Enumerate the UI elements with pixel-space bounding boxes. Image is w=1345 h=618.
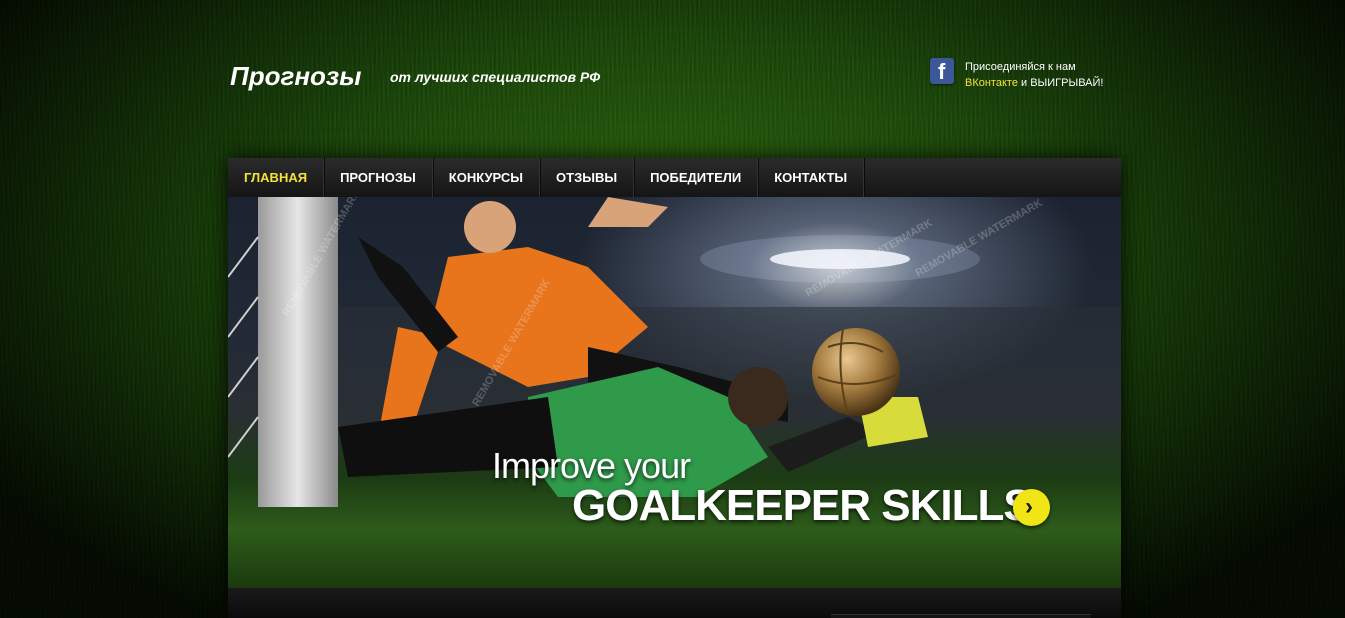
social-line-2: ВКонтакте и ВЫИГРЫВАЙ!	[965, 75, 1103, 91]
content-section-top	[228, 588, 1121, 618]
nav-item-contests[interactable]: КОНКУРСЫ	[433, 158, 541, 197]
site-header: Прогнозы от лучших специалистов РФ f При…	[230, 55, 1110, 105]
svg-text:REMOVABLE WATERMARK: REMOVABLE WATERMARK	[914, 197, 1045, 280]
facebook-icon-glyph: f	[938, 59, 946, 84]
site-subtitle: от лучших специалистов РФ	[390, 69, 601, 85]
nav-item-home[interactable]: ГЛАВНАЯ	[228, 158, 325, 197]
chevron-right-icon: ›	[1025, 493, 1033, 520]
nav-item-forecasts[interactable]: ПРОГНОЗЫ	[324, 158, 433, 197]
main-nav: ГЛАВНАЯ ПРОГНОЗЫ КОНКУРСЫ ОТЗЫВЫ ПОБЕДИТ…	[228, 158, 1121, 198]
nav-item-contacts[interactable]: КОНТАКТЫ	[758, 158, 865, 197]
site-title[interactable]: Прогнозы	[230, 61, 361, 92]
soccer-ball-icon	[812, 328, 900, 416]
hero-heading-line-2: GOALKEEPER SKILLS	[572, 481, 1033, 530]
facebook-icon[interactable]: f	[930, 58, 954, 84]
social-line-1: Присоединяйся к нам	[965, 61, 1076, 73]
nav-item-reviews[interactable]: ОТЗЫВЫ	[540, 158, 635, 197]
nav-item-winners[interactable]: ПОБЕДИТЕЛИ	[634, 158, 759, 197]
social-line-2-rest: и ВЫИГРЫВАЙ!	[1017, 77, 1104, 89]
nav-list: ГЛАВНАЯ ПРОГНОЗЫ КОНКУРСЫ ОТЗЫВЫ ПОБЕДИТ…	[228, 158, 1121, 197]
hero-banner[interactable]: REMOVABLE WATERMARK REMOVABLE WATERMARK …	[228, 197, 1121, 588]
vkontakte-link[interactable]: ВКонтакте	[965, 77, 1018, 89]
sidebar-box-edge	[831, 614, 1091, 618]
main-container: ГЛАВНАЯ ПРОГНОЗЫ КОНКУРСЫ ОТЗЫВЫ ПОБЕДИТ…	[228, 158, 1121, 618]
social-join-text: Присоединяйся к нам ВКонтакте и ВЫИГРЫВА…	[965, 59, 1103, 91]
hero-next-button[interactable]: ›	[1013, 489, 1050, 526]
social-join-block: f Присоединяйся к нам ВКонтакте и ВЫИГРЫ…	[930, 58, 1110, 94]
